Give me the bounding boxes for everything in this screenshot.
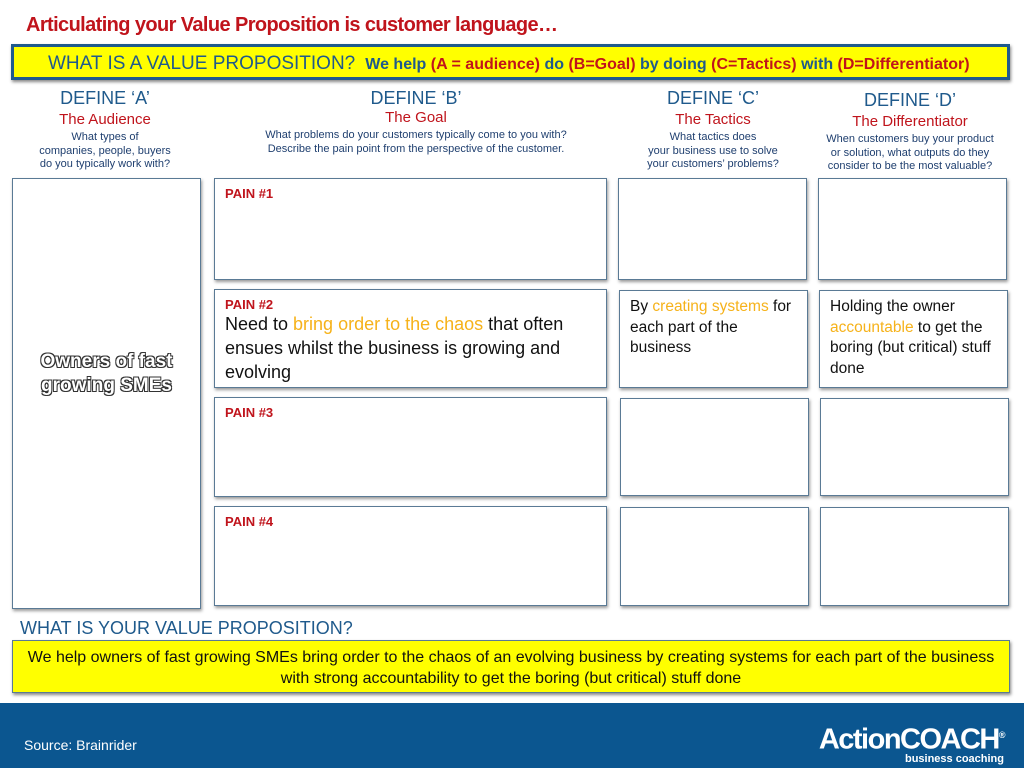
define-goal: The Tactics: [675, 111, 751, 128]
define-desc: do you typically work with?: [39, 158, 171, 170]
define-label: DEFINE ‘B’: [370, 88, 462, 108]
actioncoach-logo: ActionCOACH® business coaching: [798, 720, 1006, 765]
define-desc: or solution, what outputs do they: [830, 146, 990, 159]
define-desc: What types of: [71, 131, 139, 143]
pain-box-4[interactable]: PAIN #4: [214, 506, 607, 606]
banner-text: with: [801, 56, 834, 73]
pain-label: PAIN #4: [225, 514, 274, 529]
define-desc: your customers’ problems?: [647, 158, 779, 170]
your-vp-heading: WHAT IS YOUR VALUE PROPOSITION?: [20, 618, 353, 638]
tactic-box-3[interactable]: [620, 398, 809, 496]
highlight-text: accountable: [830, 318, 914, 336]
banner-b: (B=Goal): [568, 56, 636, 73]
banner-a: (A = audience): [430, 56, 540, 73]
text: By: [630, 298, 653, 315]
source-text: Source: Brainrider: [24, 737, 137, 753]
value-proposition-banner: WHAT IS A VALUE PROPOSITION? We help (A …: [11, 44, 1010, 80]
audience-line: Owners of fast: [40, 351, 173, 372]
define-desc: When customers buy your product: [826, 133, 994, 145]
banner-c: (C=Tactics): [711, 56, 797, 73]
header-define-c: DEFINE ‘C’ The Tactics What tactics does…: [618, 88, 808, 172]
diff-box-3[interactable]: [820, 398, 1009, 496]
diff-box-1[interactable]: [818, 178, 1007, 280]
diff-box-4[interactable]: [820, 507, 1009, 606]
logo-reg: ®: [998, 730, 1006, 740]
banner-d: (D=Differentiator): [837, 56, 970, 73]
text: Need to: [225, 314, 294, 334]
highlight-text: creating systems: [652, 298, 769, 315]
tactic-box-4[interactable]: [620, 507, 809, 606]
pain-2-text: Need to bring order to the chaos that of…: [225, 312, 595, 384]
audience-answer: Owners of fast growing SMEs: [12, 350, 201, 398]
pain-box-1[interactable]: PAIN #1: [214, 178, 607, 280]
define-goal: The Goal: [385, 109, 447, 126]
audience-line: growing SMEs: [41, 375, 172, 396]
pain-label: PAIN #3: [225, 405, 274, 420]
highlight-text: bring order to the chaos: [293, 314, 484, 334]
define-label: DEFINE ‘D’: [863, 90, 956, 110]
header-define-b: DEFINE ‘B’ The Goal What problems do you…: [214, 88, 618, 156]
page-title: Articulating your Value Proposition is c…: [26, 14, 558, 36]
define-goal: The Audience: [59, 111, 151, 128]
define-label: DEFINE ‘A’: [60, 88, 150, 108]
define-desc: your business use to solve: [648, 144, 778, 157]
pain-box-2[interactable]: PAIN #2 Need to bring order to the chaos…: [214, 289, 607, 388]
banner-text: by doing: [640, 56, 707, 73]
define-goal: The Differentiator: [852, 113, 968, 130]
banner-question: WHAT IS A VALUE PROPOSITION?: [48, 53, 356, 74]
diff-box-2[interactable]: Holding the owner accountable to get the…: [819, 290, 1008, 388]
tactic-box-2[interactable]: By creating systems for each part of the…: [619, 290, 808, 388]
logo-text: ActionCOACH: [818, 723, 1001, 756]
text: Holding the owner: [830, 298, 955, 315]
define-desc: What problems do your customers typicall…: [265, 129, 567, 141]
tactic-2-text: By creating systems for each part of the…: [630, 297, 802, 359]
pain-label: PAIN #1: [225, 186, 274, 201]
tactic-box-1[interactable]: [618, 178, 807, 280]
your-vp-box[interactable]: We help owners of fast growing SMEs brin…: [12, 640, 1010, 693]
define-desc: consider to be the most valuable?: [827, 160, 993, 172]
your-vp-text: We help owners of fast growing SMEs brin…: [27, 649, 995, 687]
define-desc: companies, people, buyers: [39, 144, 171, 157]
define-label: DEFINE ‘C’: [666, 88, 759, 108]
pain-box-3[interactable]: PAIN #3: [214, 397, 607, 497]
define-desc: What tactics does: [669, 131, 757, 143]
diff-2-text: Holding the owner accountable to get the…: [830, 297, 1002, 379]
pain-label: PAIN #2: [225, 297, 274, 312]
define-desc: Describe the pain point from the perspec…: [267, 142, 565, 155]
banner-text: We help: [365, 56, 427, 73]
header-define-a: DEFINE ‘A’ The Audience What types of com…: [10, 88, 200, 172]
banner-text: do: [544, 56, 564, 73]
header-define-d: DEFINE ‘D’ The Differentiator When custo…: [814, 90, 1006, 174]
